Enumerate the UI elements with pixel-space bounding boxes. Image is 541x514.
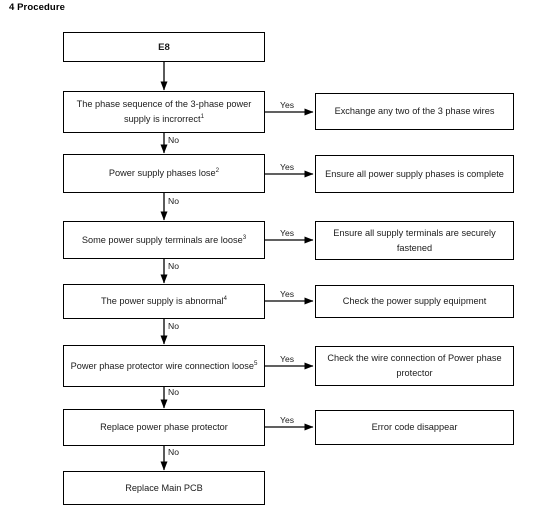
node-check-wire-connection-label: Check the wire connection of Power phase… [327,353,502,378]
node-protector-wire-loose-label: Power phase protector wire connection lo… [70,359,258,371]
node-e8-label: E8 [158,41,170,53]
node-terminals-loose: Some power supply terminals are loose3 [63,221,265,259]
flowchart-canvas: E8 The phase sequence of the 3-phase pow… [0,0,541,514]
edge-label-no-4: No [168,321,179,331]
node-phases-lose-label: Power supply phases lose2 [108,166,220,178]
edge-label-yes-3: Yes [280,228,295,238]
node-ensure-phases: Ensure all power supply phases is comple… [315,155,514,193]
node-replace-protector-label: Replace power phase protector [100,422,228,432]
node-exchange-wires: Exchange any two of the 3 phase wires [315,93,514,130]
node-check-wire-connection: Check the wire connection of Power phase… [315,346,514,386]
edge-label-no-2: No [168,196,179,206]
node-ensure-terminals: Ensure all supply terminals are securely… [315,221,514,260]
node-phase-sequence: The phase sequence of the 3-phase power … [63,91,265,133]
node-ensure-terminals-label: Ensure all supply terminals are securely… [333,227,496,253]
node-e8: E8 [63,32,265,62]
node-error-disappear-label: Error code disappear [371,422,458,432]
node-check-equipment-label: Check the power supply equipment [342,296,487,306]
node-protector-wire-loose: Power phase protector wire connection lo… [63,345,265,387]
node-supply-abnormal: The power supply is abnormal4 [63,284,265,319]
node-terminals-loose-label: Some power supply terminals are loose3 [81,233,247,245]
edge-label-no-6: No [168,447,179,457]
edge-label-yes-5: Yes [280,354,295,364]
node-phases-lose: Power supply phases lose2 [63,154,265,193]
edge-label-yes-4: Yes [280,289,295,299]
node-replace-main-pcb-label: Replace Main PCB [125,482,203,493]
node-error-disappear: Error code disappear [315,410,514,445]
node-supply-abnormal-label: The power supply is abnormal4 [100,294,227,306]
node-phase-sequence-label: The phase sequence of the 3-phase power … [76,99,252,124]
edge-label-yes-6: Yes [280,415,295,425]
node-replace-main-pcb: Replace Main PCB [63,471,265,505]
edge-label-no-3: No [168,261,179,271]
edge-label-no-5: No [168,387,179,397]
edge-label-yes-1: Yes [280,100,295,110]
node-ensure-phases-label: Ensure all power supply phases is comple… [325,168,504,179]
node-exchange-wires-label: Exchange any two of the 3 phase wires [334,106,495,116]
node-replace-protector: Replace power phase protector [63,409,265,446]
node-check-equipment: Check the power supply equipment [315,285,514,318]
edge-label-yes-2: Yes [280,162,295,172]
edge-label-no-1: No [168,135,179,145]
